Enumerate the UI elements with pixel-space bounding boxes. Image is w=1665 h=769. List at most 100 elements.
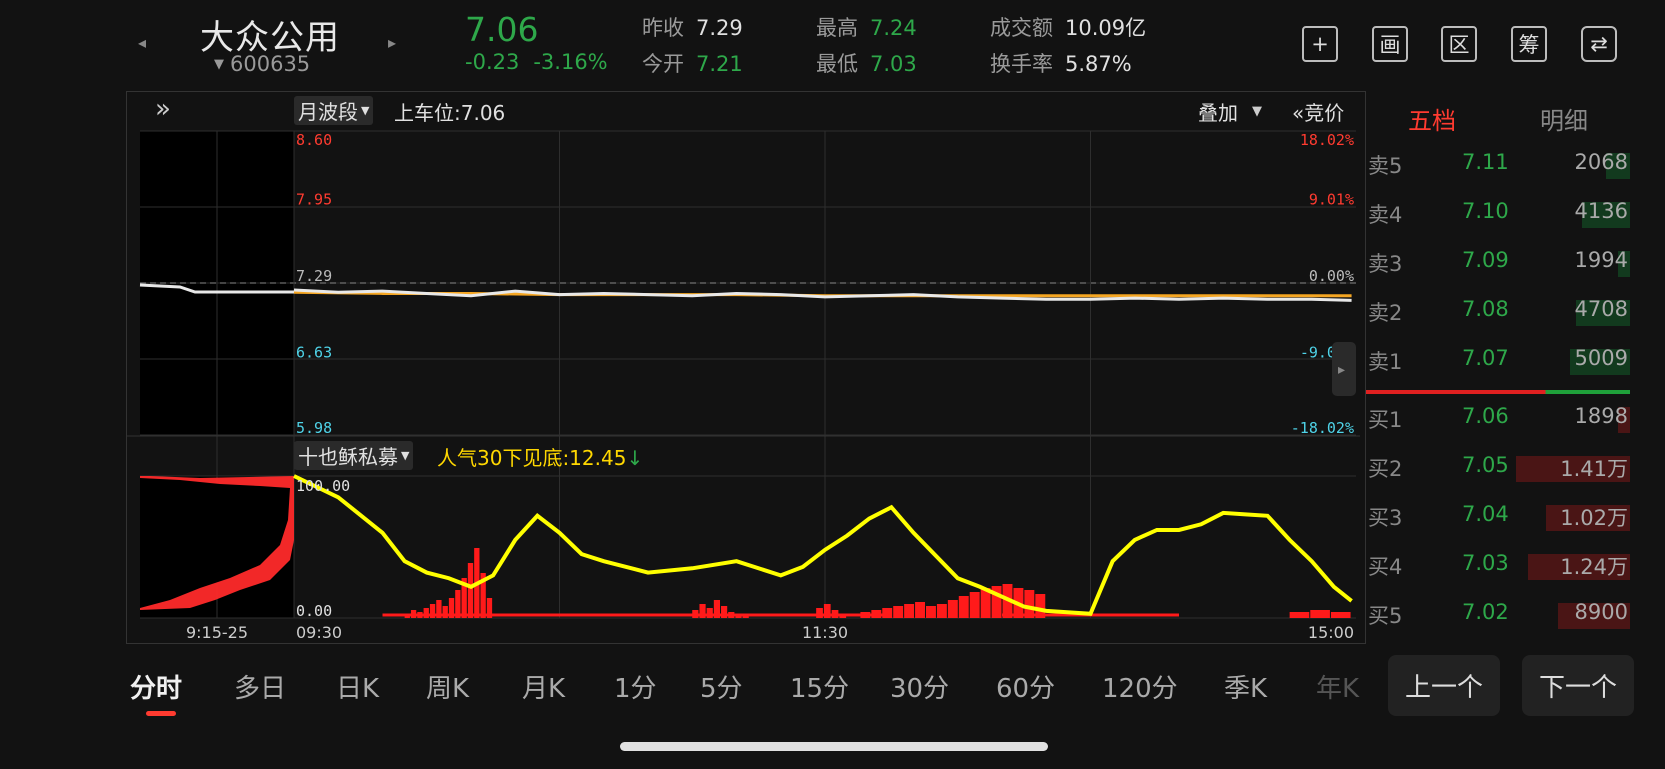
level-label: 买2 (1368, 457, 1403, 481)
spread-divider (1366, 390, 1630, 394)
sub-tick-label: 100.00 (296, 477, 350, 495)
switch-device-icon[interactable]: ⇄ (1581, 26, 1617, 62)
level-price: 7.08 (1462, 297, 1509, 321)
level-price: 7.04 (1462, 502, 1509, 526)
level-volume: 4136 (1574, 199, 1628, 223)
volume-bar (969, 592, 980, 618)
price-tick-label: 6.63 (296, 344, 332, 362)
period-tab[interactable]: 60分 (996, 668, 1055, 705)
period-tab[interactable]: 日K (336, 668, 379, 705)
level-label: 买1 (1368, 408, 1403, 432)
level-price: 7.03 (1462, 551, 1509, 575)
sell-level-row[interactable]: 卖4 7.10 4136 (1366, 196, 1630, 232)
price-tick-label: 7.95 (296, 190, 332, 208)
tab-detail[interactable]: 明细 (1540, 101, 1588, 136)
buy-level-row[interactable]: 买3 7.04 1.02万 (1366, 499, 1630, 535)
period-tabs: 分时 多日 日K 周K 月K 1分 5分 15分 30分 60分 120分 季K 年K (130, 668, 1370, 708)
level-price: 7.11 (1462, 150, 1509, 174)
level-label: 买4 (1368, 555, 1403, 579)
level-label: 卖1 (1368, 350, 1403, 374)
sub-indicator-select[interactable]: 十也稣私募 ▼ (294, 441, 414, 470)
sell-level-row[interactable]: 卖2 7.08 4708 (1366, 294, 1630, 330)
level-volume: 1898 (1574, 404, 1628, 428)
level-price: 7.02 (1462, 600, 1509, 624)
collapse-handle-icon: ▸ (1338, 362, 1345, 378)
level-price: 7.09 (1462, 248, 1509, 272)
volume-bar (1310, 610, 1330, 618)
level-price: 7.06 (1462, 404, 1509, 428)
draw-icon[interactable]: 画 (1372, 26, 1408, 62)
sell-level-row[interactable]: 卖3 7.09 1994 (1366, 245, 1630, 281)
time-axis-label: 11:30 (802, 623, 848, 642)
period-tab[interactable]: 1分 (614, 668, 657, 705)
period-tab[interactable]: 年K (1316, 668, 1359, 705)
chart-svg[interactable]: 8.60 18.02%7.95 9.01%7.29 0.00%6.63 -9.01%5.… (0, 0, 1360, 650)
level-price: 7.07 (1462, 346, 1509, 370)
sell-level-row[interactable]: 卖5 7.11 2068 (1366, 147, 1630, 183)
period-active-indicator (146, 711, 176, 716)
volume-bar (915, 602, 925, 618)
home-indicator (620, 742, 1048, 751)
pct-tick-label: 9.01% (1309, 190, 1354, 208)
level-volume: 5009 (1574, 346, 1628, 370)
order-book: 卖5 7.11 2068 卖4 7.10 4136 卖3 7.09 1994 卖2 7.08 4708… (1366, 147, 1630, 637)
volume-bar (1289, 612, 1310, 618)
next-stock-button[interactable]: 下一个 (1522, 655, 1634, 716)
sub-indicator-text: 人气30下见底:12.45 (437, 446, 627, 470)
level-label: 卖5 (1368, 154, 1403, 178)
level-label: 买5 (1368, 604, 1403, 628)
level-volume: 1.24万 (1560, 555, 1628, 579)
pct-tick-label: 0.00% (1309, 267, 1354, 285)
period-tab[interactable]: 多日 (234, 668, 286, 705)
sub-tick-label: 0.00 (296, 602, 332, 620)
sub-indicator-value: 人气30下见底:12.45↓ (437, 442, 643, 471)
period-tab[interactable]: 月K (522, 668, 565, 705)
buy-level-row[interactable]: 买5 7.02 8900 (1366, 597, 1630, 633)
volume-bar (893, 606, 904, 618)
level-price: 7.10 (1462, 199, 1509, 223)
time-axis-label: 9:15-25 (186, 623, 248, 642)
level-volume: 1994 (1574, 248, 1628, 272)
period-tab[interactable]: 30分 (890, 668, 949, 705)
period-tab[interactable]: 15分 (790, 668, 849, 705)
period-tab[interactable]: 5分 (700, 668, 743, 705)
pct-tick-label: -18.02% (1291, 419, 1354, 437)
prev-stock-button[interactable]: 上一个 (1388, 655, 1500, 716)
range-icon[interactable]: 区 (1441, 26, 1477, 62)
buy-level-row[interactable]: 买2 7.05 1.41万 (1366, 450, 1630, 486)
volume-bar (904, 604, 915, 618)
period-tab[interactable]: 季K (1224, 668, 1267, 705)
level-label: 卖2 (1368, 301, 1403, 325)
price-tick-label: 8.60 (296, 131, 332, 149)
price-tick-label: 7.29 (296, 267, 332, 285)
buy-level-row[interactable]: 买4 7.03 1.24万 (1366, 548, 1630, 584)
pct-tick-label: 18.02% (1300, 131, 1354, 149)
level-label: 卖3 (1368, 252, 1403, 276)
level-volume: 2068 (1574, 150, 1628, 174)
level-price: 7.05 (1462, 453, 1509, 477)
time-axis-label: 09:30 (296, 623, 342, 642)
volume-bar (936, 604, 947, 618)
dropdown-icon: ▼ (401, 449, 410, 462)
level-volume: 1.02万 (1560, 506, 1628, 530)
sub-indicator-label: 十也稣私募 (298, 445, 398, 469)
sell-level-row[interactable]: 卖1 7.07 5009 (1366, 343, 1630, 379)
popularity-line (293, 474, 1353, 616)
level-volume: 4708 (1574, 297, 1628, 321)
period-tab[interactable]: 周K (426, 668, 469, 705)
volume-bar (947, 600, 958, 618)
price-tick-label: 5.98 (296, 419, 332, 437)
volume-bar (925, 606, 936, 618)
chip-icon[interactable]: 筹 (1511, 26, 1547, 62)
period-tab[interactable]: 120分 (1102, 668, 1178, 705)
level-label: 买3 (1368, 506, 1403, 530)
time-axis-label: 15:00 (1308, 623, 1354, 642)
down-arrow-icon: ↓ (626, 446, 644, 470)
level-volume: 1.41万 (1560, 457, 1628, 481)
volume-bar (467, 563, 474, 618)
volume-bar (958, 596, 969, 618)
period-tab[interactable]: 分时 (130, 668, 182, 705)
tab-five-levels[interactable]: 五档 (1408, 101, 1456, 136)
level-volume: 8900 (1574, 600, 1628, 624)
buy-level-row[interactable]: 买1 7.06 1898 (1366, 401, 1630, 437)
